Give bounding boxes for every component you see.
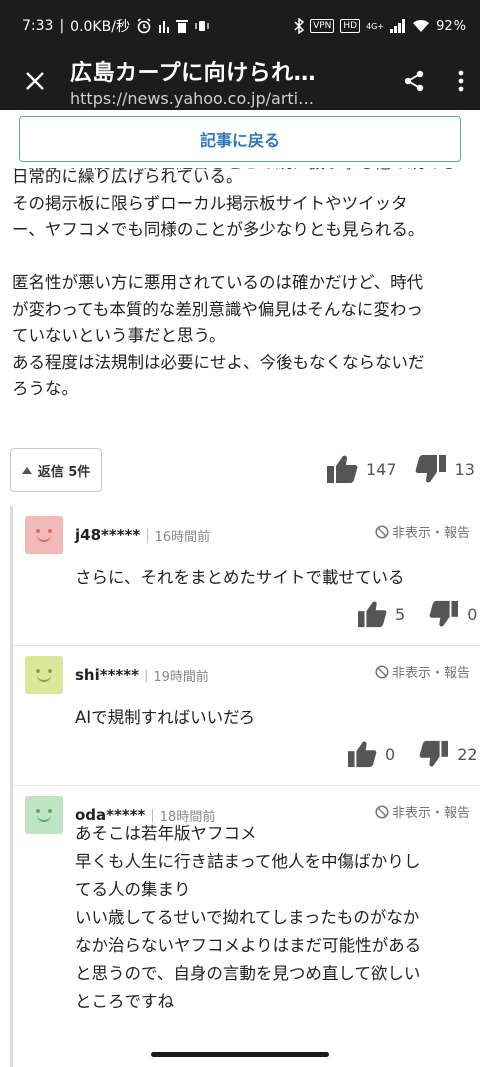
thumbs-down-icon [419, 740, 449, 767]
reply-header: shi***** | 19時間前 [25, 656, 209, 694]
caret-up-icon [21, 466, 32, 474]
thumbs-up-icon [348, 741, 377, 768]
thumbs-up-icon [358, 601, 387, 628]
reply-line: ところですね [75, 992, 174, 1011]
like-button[interactable]: 0 [347, 740, 395, 768]
separator: | [143, 667, 149, 683]
reply-username[interactable]: j48***** [75, 526, 140, 544]
close-icon [26, 72, 44, 90]
reply-line: てる人の集まり [75, 880, 191, 899]
comment-line: 匿名性が悪い方に悪用されているのは確かだけど、時代 [12, 273, 424, 292]
cell-signal-icon [390, 19, 406, 33]
like-count: 5 [395, 604, 406, 624]
reply-time: 16時間前 [154, 529, 211, 545]
share-button[interactable] [386, 52, 442, 110]
reply-item: j48***** | 16時間前 非表示・報告 さらに、それをまとめたサイトで載… [13, 506, 480, 646]
comment-gap [12, 244, 472, 271]
reply-line: あそこは若年版ヤフコメ [75, 824, 257, 843]
status-bar: 7:33 | 0.0KB/秒 VPN HD 4G+ 92% [0, 0, 480, 52]
comment-line: が変わっても本質的な差別意識や偏見はそんなに変わっ [12, 299, 423, 319]
signal-bars-icon [158, 19, 170, 33]
avatar [25, 796, 63, 834]
wifi-icon [412, 19, 430, 33]
hide-report-label: 非表示・報告 [391, 666, 470, 681]
trash-icon [175, 19, 188, 33]
block-icon [375, 664, 389, 679]
dislike-count: 22 [457, 744, 478, 764]
comment-line: ある程度は法規制は必要にせよ、今後もなくならないだ [12, 352, 425, 372]
hide-report-label: 非表示・報告 [391, 806, 470, 821]
title-block: 広島カープに向けられ… https://news.yahoo.co.jp/art… [70, 55, 386, 108]
show-replies-button[interactable]: 返信 5件 [10, 448, 102, 492]
reply-count-label: 返信 5件 [37, 464, 91, 480]
gesture-nav-bar[interactable] [151, 1052, 329, 1057]
like-count: 0 [385, 744, 396, 764]
comment-line: ー、ヤフコメでも同様のことが多少なりとも見られる。 [12, 220, 425, 239]
reply-time: 19時間前 [153, 669, 209, 685]
separator: | [145, 527, 150, 543]
reply-votes: 0 22 [347, 740, 478, 768]
comment-line: その掲示板に限らずローカル掲示板サイトやツイッタ [12, 193, 408, 213]
browser-toolbar: 広島カープに向けられ… https://news.yahoo.co.jp/art… [0, 52, 480, 110]
hide-report-link[interactable]: 非表示・報告 [375, 522, 470, 541]
vibrate-icon [194, 20, 210, 32]
reply-header: j48***** | 16時間前 [25, 516, 210, 554]
reply-votes: 5 0 [357, 600, 477, 628]
comment-line: ていないという事だと思う。 [12, 326, 226, 345]
dislike-button[interactable]: 0 [429, 600, 477, 628]
replies-list: j48***** | 16時間前 非表示・報告 さらに、それをまとめたサイトで載… [10, 506, 480, 1067]
more-vert-icon [458, 70, 464, 92]
thumbs-down-icon [415, 455, 446, 483]
avatar [25, 656, 63, 694]
reply-line: なか治らないヤフコメよりはまだ可能性がある [75, 936, 422, 955]
reply-line: いい歳してるせいで拗れてしまったものがなか [75, 908, 420, 927]
block-icon [375, 524, 389, 539]
alarm-icon [136, 18, 152, 34]
back-to-article-button[interactable]: 記事に戻る [19, 116, 461, 162]
status-separator: | [59, 18, 65, 34]
back-to-article-bar: 記事に戻る [0, 110, 480, 168]
thumbs-up-icon [327, 455, 358, 483]
reply-body: さらに、それをまとめたサイトで載せている [75, 564, 405, 592]
status-time: 7:33 [22, 18, 54, 34]
bluetooth-icon [294, 18, 305, 34]
reply-body: AIで規制すればいいだろ [75, 704, 255, 732]
avatar [25, 516, 63, 554]
more-options-button[interactable] [442, 52, 480, 110]
like-button[interactable]: 147 [326, 454, 397, 484]
block-icon [375, 804, 389, 819]
hd-badge: HD [340, 19, 361, 33]
dislike-button[interactable]: 13 [415, 454, 475, 484]
close-button[interactable] [0, 52, 70, 110]
dislike-count: 0 [467, 604, 478, 624]
thumbs-down-icon [429, 600, 459, 627]
battery-unit: % [453, 18, 466, 34]
network-type: 4G+ [366, 21, 385, 31]
reply-username[interactable]: shi***** [75, 666, 139, 684]
status-speed: 0.0KB/秒 [70, 19, 130, 35]
reply-item: oda***** | 18時間前 非表示・報告 あそこは若年版ヤフコメ 早くも人… [13, 786, 480, 1067]
hide-report-label: 非表示・報告 [391, 526, 470, 541]
comment-body: に対して毎度行く癖書経合むとこの続に扱う事も他の続くる 日常的に繰り広げられてい… [12, 164, 472, 403]
reply-item: shi***** | 19時間前 非表示・報告 AIで規制すればいいだろ 0 2… [13, 646, 480, 786]
battery-level: 92 [436, 18, 453, 34]
page-title: 広島カープに向けられ… [70, 60, 317, 86]
vpn-badge: VPN [310, 19, 335, 33]
dislike-button[interactable]: 22 [419, 740, 478, 768]
reply-body: あそこは若年版ヤフコメ 早くも人生に行き詰まって他人を中傷ばかりし てる人の集ま… [75, 820, 421, 1016]
hide-report-link[interactable]: 非表示・報告 [375, 662, 470, 681]
reply-line: と思うので、自身の言動を見つめ直して欲しい [75, 964, 421, 983]
page-url[interactable]: https://news.yahoo.co.jp/arti… [70, 89, 386, 108]
reply-line: さらに、それをまとめたサイトで載せている [75, 568, 405, 587]
reply-line: 早くも人生に行き詰まって他人を中傷ばかりし [75, 852, 421, 871]
page-content: に対して毎度行く癖書経合むとこの続に扱う事も他の続くる 日常的に繰り広げられてい… [0, 110, 480, 1067]
comment-votes: 147 13 [326, 454, 475, 484]
dislike-count: 13 [454, 459, 475, 479]
like-button[interactable]: 5 [357, 600, 405, 628]
share-icon [404, 70, 424, 92]
hide-report-link[interactable]: 非表示・報告 [375, 802, 470, 821]
reply-line: AIで規制すればいいだろ [75, 708, 256, 727]
like-count: 147 [366, 459, 397, 479]
comment-line: ろうな。 [12, 379, 78, 398]
